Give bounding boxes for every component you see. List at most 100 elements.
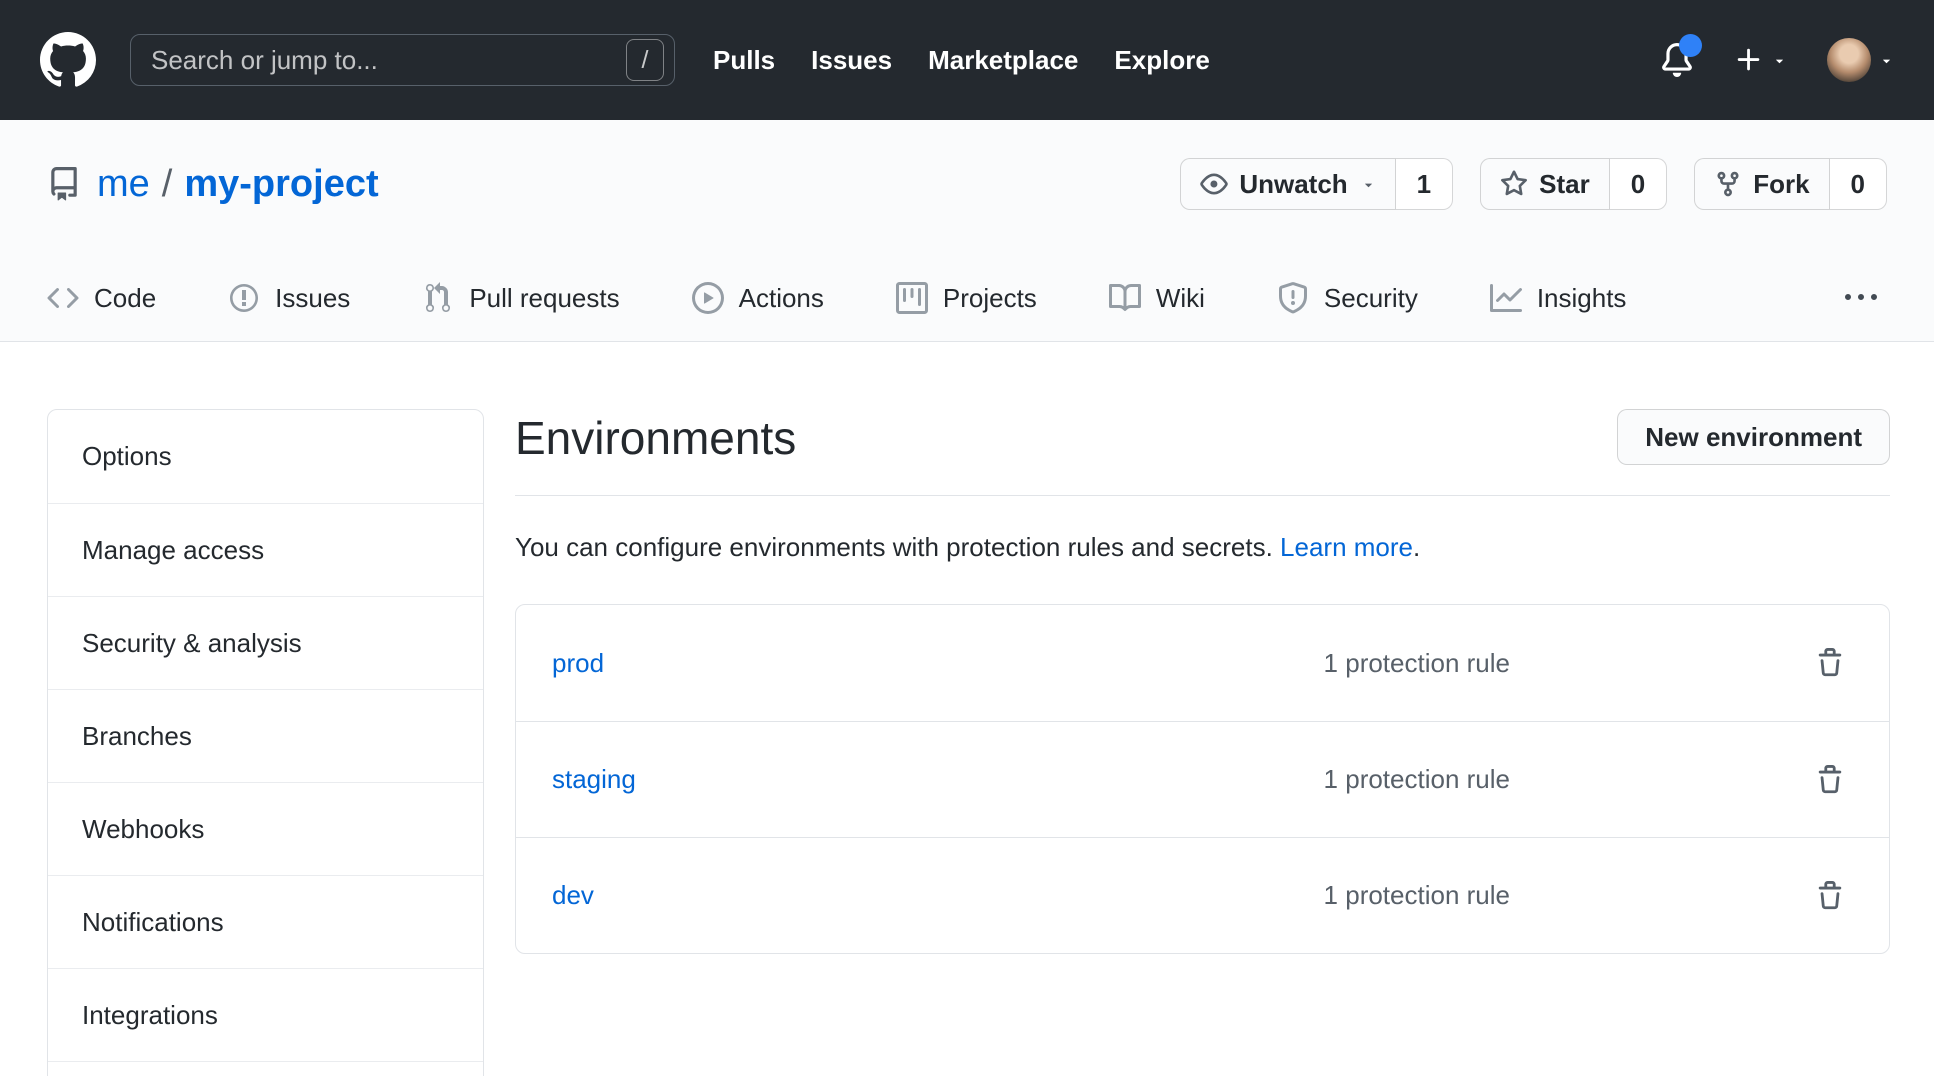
tab-overflow-button[interactable] [1845,255,1877,341]
tab-projects[interactable]: Projects [896,255,1037,341]
eye-icon [1200,170,1228,198]
tab-label: Pull requests [469,283,619,314]
sidebar-item-integrations[interactable]: Integrations [48,968,483,1061]
issue-opened-icon [228,282,260,314]
notifications-button[interactable] [1660,43,1694,77]
new-environment-button[interactable]: New environment [1617,409,1890,465]
tab-label: Projects [943,283,1037,314]
tab-wiki[interactable]: Wiki [1109,255,1205,341]
repo-forked-icon [1714,170,1742,198]
repo-owner-link[interactable]: me [97,163,150,206]
tab-label: Wiki [1156,283,1205,314]
description-period: . [1413,532,1420,562]
star-icon [1500,170,1528,198]
delete-environment-button[interactable] [1815,765,1845,795]
tab-insights[interactable]: Insights [1490,255,1627,341]
tab-label: Issues [275,283,350,314]
kebab-horizontal-icon [1845,282,1877,314]
description-text: You can configure environments with prot… [515,532,1273,562]
environment-row: dev 1 protection rule [516,837,1889,953]
breadcrumb: me / my-project [47,163,379,206]
learn-more-link[interactable]: Learn more [1280,532,1413,562]
watchers-count[interactable]: 1 [1396,158,1453,210]
search-input[interactable] [151,45,626,76]
chevron-down-icon [1879,53,1894,68]
trash-icon [1815,765,1845,795]
protection-rule-count: 1 protection rule [1324,648,1510,679]
sidebar-item-notifications[interactable]: Notifications [48,875,483,968]
create-new-button[interactable] [1734,45,1787,75]
tab-security[interactable]: Security [1277,255,1418,341]
unwatch-button[interactable]: Unwatch [1180,158,1395,210]
star-button-group: Star 0 [1480,158,1667,210]
protection-rule-count: 1 protection rule [1324,880,1510,911]
top-nav: Pulls Issues Marketplace Explore [713,45,1210,76]
code-icon [47,282,79,314]
book-icon [1109,282,1141,314]
fork-button[interactable]: Fork [1694,158,1829,210]
user-menu-button[interactable] [1827,38,1894,82]
environment-link-dev[interactable]: dev [552,880,1324,911]
environment-row: staging 1 protection rule [516,721,1889,837]
environments-list: prod 1 protection rule staging 1 protect… [515,604,1890,954]
sidebar-item-manage-access[interactable]: Manage access [48,503,483,596]
sidebar-item-security-analysis[interactable]: Security & analysis [48,596,483,689]
environments-panel: Environments New environment You can con… [515,409,1890,1076]
protection-rule-count: 1 protection rule [1324,764,1510,795]
slash-key-hint: / [626,39,664,81]
graph-icon [1490,282,1522,314]
chevron-down-icon [1772,53,1787,68]
global-header: / Pulls Issues Marketplace Explore [0,0,1934,120]
settings-content: Options Manage access Security & analysi… [0,342,1934,1076]
delete-environment-button[interactable] [1815,881,1845,911]
avatar [1827,38,1871,82]
project-icon [896,282,928,314]
stars-count[interactable]: 0 [1610,158,1667,210]
page-title: Environments [515,409,796,467]
top-nav-marketplace[interactable]: Marketplace [928,45,1078,76]
tab-label: Code [94,283,156,314]
github-logo-icon[interactable] [40,32,96,88]
global-search: / [130,34,675,86]
repo-tab-bar: Code Issues Pull requests Actions Projec… [47,210,1887,341]
sidebar-item-options[interactable]: Options [48,410,483,503]
delete-environment-button[interactable] [1815,648,1845,678]
top-nav-issues[interactable]: Issues [811,45,892,76]
tab-code[interactable]: Code [47,255,156,341]
trash-icon [1815,648,1845,678]
tab-actions[interactable]: Actions [692,255,824,341]
shield-icon [1277,282,1309,314]
unread-notification-dot [1679,34,1702,57]
star-button[interactable]: Star [1480,158,1610,210]
sidebar-item-webhooks[interactable]: Webhooks [48,782,483,875]
environment-row: prod 1 protection rule [516,605,1889,721]
git-pull-request-icon [422,282,454,314]
repo-header: me / my-project Unwatch 1 Star 0 [0,120,1934,342]
fork-label: Fork [1753,169,1809,200]
tab-issues[interactable]: Issues [228,255,350,341]
triangle-down-icon [1361,177,1376,192]
watch-button-group: Unwatch 1 [1180,158,1453,210]
top-nav-explore[interactable]: Explore [1114,45,1209,76]
tab-label: Actions [739,283,824,314]
play-icon [692,282,724,314]
repo-name-link[interactable]: my-project [184,163,378,206]
repo-actions: Unwatch 1 Star 0 Fork 0 [1180,158,1887,210]
star-label: Star [1539,169,1590,200]
environments-description: You can configure environments with prot… [515,528,1890,566]
sidebar-item-partial [48,1061,483,1076]
settings-sidebar: Options Manage access Security & analysi… [47,409,484,1076]
top-nav-pulls[interactable]: Pulls [713,45,775,76]
plus-icon [1734,45,1764,75]
header-right [1660,38,1894,82]
repo-icon [47,167,81,201]
forks-count[interactable]: 0 [1830,158,1887,210]
tab-label: Security [1324,283,1418,314]
trash-icon [1815,881,1845,911]
fork-button-group: Fork 0 [1694,158,1887,210]
tab-pull-requests[interactable]: Pull requests [422,255,619,341]
environment-link-prod[interactable]: prod [552,648,1324,679]
sidebar-item-branches[interactable]: Branches [48,689,483,782]
environment-link-staging[interactable]: staging [552,764,1324,795]
breadcrumb-separator: / [162,163,173,206]
